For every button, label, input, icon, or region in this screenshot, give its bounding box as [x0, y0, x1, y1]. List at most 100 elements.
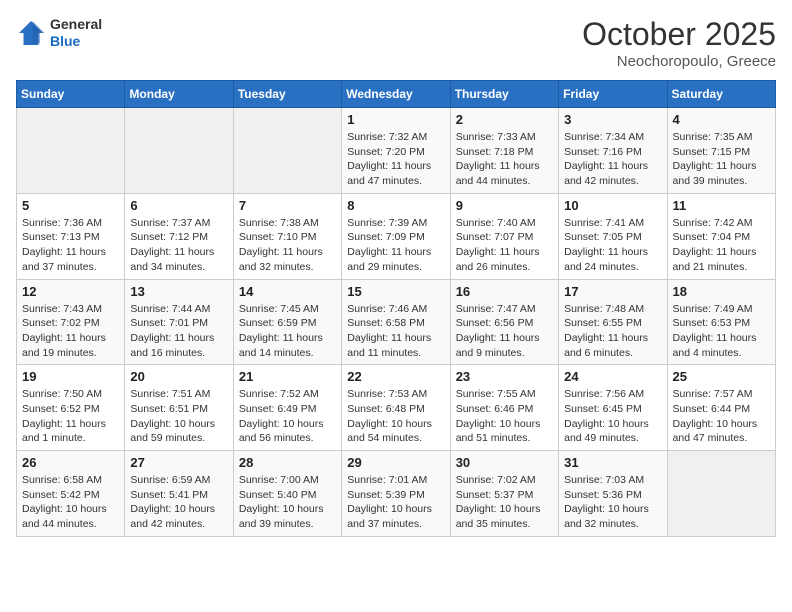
day-number: 25	[673, 369, 770, 384]
day-info: Sunrise: 7:45 AM Sunset: 6:59 PM Dayligh…	[239, 302, 336, 361]
day-info: Sunrise: 7:35 AM Sunset: 7:15 PM Dayligh…	[673, 130, 770, 189]
day-info: Sunrise: 7:41 AM Sunset: 7:05 PM Dayligh…	[564, 216, 661, 275]
calendar-cell: 2Sunrise: 7:33 AM Sunset: 7:18 PM Daylig…	[450, 108, 558, 194]
calendar-table: SundayMondayTuesdayWednesdayThursdayFrid…	[16, 80, 776, 537]
calendar-week-4: 19 Sunrise: 7:50 AM Sunset: 6:52 PM Dayli…	[17, 365, 776, 451]
calendar-cell: 14 Sunrise: 7:45 AM Sunset: 6:59 PM Dayli…	[233, 279, 341, 365]
day-info: Sunrise: 7:53 AM Sunset: 6:48 PM Dayligh…	[347, 387, 444, 446]
calendar-cell: 20 Sunrise: 7:51 AM Sunset: 6:51 PM Dayli…	[125, 365, 233, 451]
calendar-cell: 5Sunrise: 7:36 AM Sunset: 7:13 PM Daylig…	[17, 193, 125, 279]
calendar-cell: 28 Sunrise: 7:00 AM Sunset: 5:40 PM Dayli…	[233, 451, 341, 537]
logo-text: General Blue	[50, 16, 102, 50]
day-info: Sunrise: 7:51 AM Sunset: 6:51 PM Dayligh…	[130, 387, 227, 446]
day-number: 6	[130, 198, 227, 213]
day-info: Sunrise: 7:52 AM Sunset: 6:49 PM Dayligh…	[239, 387, 336, 446]
day-number: 28	[239, 455, 336, 470]
calendar-cell: 11 Sunrise: 7:42 AM Sunset: 7:04 PM Dayli…	[667, 193, 775, 279]
day-info: Sunrise: 7:46 AM Sunset: 6:58 PM Dayligh…	[347, 302, 444, 361]
day-number: 24	[564, 369, 661, 384]
calendar-week-5: 26 Sunrise: 6:58 AM Sunset: 5:42 PM Dayli…	[17, 451, 776, 537]
calendar-cell: 17 Sunrise: 7:48 AM Sunset: 6:55 PM Dayli…	[559, 279, 667, 365]
day-info: Sunrise: 7:42 AM Sunset: 7:04 PM Dayligh…	[673, 216, 770, 275]
day-info: Sunrise: 7:48 AM Sunset: 6:55 PM Dayligh…	[564, 302, 661, 361]
day-info: Sunrise: 7:39 AM Sunset: 7:09 PM Dayligh…	[347, 216, 444, 275]
day-number: 20	[130, 369, 227, 384]
calendar-cell: 27 Sunrise: 6:59 AM Sunset: 5:41 PM Dayli…	[125, 451, 233, 537]
calendar-cell: 26 Sunrise: 6:58 AM Sunset: 5:42 PM Dayli…	[17, 451, 125, 537]
calendar-cell: 29Sunrise: 7:01 AM Sunset: 5:39 PM Dayli…	[342, 451, 450, 537]
day-number: 8	[347, 198, 444, 213]
calendar-week-1: 1Sunrise: 7:32 AM Sunset: 7:20 PM Daylig…	[17, 108, 776, 194]
calendar-cell: 23 Sunrise: 7:55 AM Sunset: 6:46 PM Dayli…	[450, 365, 558, 451]
calendar-cell: 7 Sunrise: 7:38 AM Sunset: 7:10 PM Daylig…	[233, 193, 341, 279]
day-number: 7	[239, 198, 336, 213]
day-info: Sunrise: 6:58 AM Sunset: 5:42 PM Dayligh…	[22, 473, 119, 532]
day-info: Sunrise: 7:43 AM Sunset: 7:02 PM Dayligh…	[22, 302, 119, 361]
day-number: 14	[239, 284, 336, 299]
weekday-header-thursday: Thursday	[450, 81, 558, 108]
calendar-cell: 18Sunrise: 7:49 AM Sunset: 6:53 PM Dayli…	[667, 279, 775, 365]
calendar-cell: 9 Sunrise: 7:40 AM Sunset: 7:07 PM Daylig…	[450, 193, 558, 279]
day-number: 23	[456, 369, 553, 384]
calendar-cell: 4 Sunrise: 7:35 AM Sunset: 7:15 PM Daylig…	[667, 108, 775, 194]
day-number: 9	[456, 198, 553, 213]
calendar-cell: 30Sunrise: 7:02 AM Sunset: 5:37 PM Dayli…	[450, 451, 558, 537]
day-info: Sunrise: 7:47 AM Sunset: 6:56 PM Dayligh…	[456, 302, 553, 361]
calendar-week-2: 5Sunrise: 7:36 AM Sunset: 7:13 PM Daylig…	[17, 193, 776, 279]
title-block: October 2025 Neochoropoulo, Greece	[582, 16, 776, 70]
day-number: 29	[347, 455, 444, 470]
day-number: 22	[347, 369, 444, 384]
day-info: Sunrise: 7:03 AM Sunset: 5:36 PM Dayligh…	[564, 473, 661, 532]
calendar-cell: 22 Sunrise: 7:53 AM Sunset: 6:48 PM Dayli…	[342, 365, 450, 451]
day-info: Sunrise: 7:56 AM Sunset: 6:45 PM Dayligh…	[564, 387, 661, 446]
day-number: 26	[22, 455, 119, 470]
day-number: 18	[673, 284, 770, 299]
day-number: 4	[673, 112, 770, 127]
day-info: Sunrise: 7:40 AM Sunset: 7:07 PM Dayligh…	[456, 216, 553, 275]
day-number: 21	[239, 369, 336, 384]
day-number: 12	[22, 284, 119, 299]
calendar-week-3: 12 Sunrise: 7:43 AM Sunset: 7:02 PM Dayli…	[17, 279, 776, 365]
day-number: 16	[456, 284, 553, 299]
calendar-cell: 3 Sunrise: 7:34 AM Sunset: 7:16 PM Daylig…	[559, 108, 667, 194]
calendar-cell: 25 Sunrise: 7:57 AM Sunset: 6:44 PM Dayli…	[667, 365, 775, 451]
weekday-header-saturday: Saturday	[667, 81, 775, 108]
location: Neochoropoulo, Greece	[582, 53, 776, 70]
day-info: Sunrise: 7:44 AM Sunset: 7:01 PM Dayligh…	[130, 302, 227, 361]
page-header: General Blue October 2025 Neochoropoulo,…	[16, 16, 776, 70]
calendar-cell: 19 Sunrise: 7:50 AM Sunset: 6:52 PM Dayli…	[17, 365, 125, 451]
day-info: Sunrise: 7:34 AM Sunset: 7:16 PM Dayligh…	[564, 130, 661, 189]
calendar-cell	[233, 108, 341, 194]
day-info: Sunrise: 7:55 AM Sunset: 6:46 PM Dayligh…	[456, 387, 553, 446]
day-number: 31	[564, 455, 661, 470]
calendar-cell: 24 Sunrise: 7:56 AM Sunset: 6:45 PM Dayli…	[559, 365, 667, 451]
day-number: 11	[673, 198, 770, 213]
day-number: 27	[130, 455, 227, 470]
calendar-cell: 13Sunrise: 7:44 AM Sunset: 7:01 PM Dayli…	[125, 279, 233, 365]
day-number: 15	[347, 284, 444, 299]
weekday-header-row: SundayMondayTuesdayWednesdayThursdayFrid…	[17, 81, 776, 108]
calendar-cell: 12 Sunrise: 7:43 AM Sunset: 7:02 PM Dayli…	[17, 279, 125, 365]
day-info: Sunrise: 7:57 AM Sunset: 6:44 PM Dayligh…	[673, 387, 770, 446]
day-number: 3	[564, 112, 661, 127]
day-info: Sunrise: 7:50 AM Sunset: 6:52 PM Dayligh…	[22, 387, 119, 446]
day-info: Sunrise: 7:00 AM Sunset: 5:40 PM Dayligh…	[239, 473, 336, 532]
logo: General Blue	[16, 16, 102, 50]
day-info: Sunrise: 7:38 AM Sunset: 7:10 PM Dayligh…	[239, 216, 336, 275]
logo-icon	[16, 18, 46, 48]
calendar-cell	[667, 451, 775, 537]
day-info: Sunrise: 6:59 AM Sunset: 5:41 PM Dayligh…	[130, 473, 227, 532]
day-number: 10	[564, 198, 661, 213]
calendar-cell	[17, 108, 125, 194]
day-number: 17	[564, 284, 661, 299]
day-number: 5	[22, 198, 119, 213]
day-number: 2	[456, 112, 553, 127]
day-number: 30	[456, 455, 553, 470]
day-number: 19	[22, 369, 119, 384]
weekday-header-wednesday: Wednesday	[342, 81, 450, 108]
calendar-cell: 1Sunrise: 7:32 AM Sunset: 7:20 PM Daylig…	[342, 108, 450, 194]
calendar-cell: 6Sunrise: 7:37 AM Sunset: 7:12 PM Daylig…	[125, 193, 233, 279]
calendar-cell: 31 Sunrise: 7:03 AM Sunset: 5:36 PM Dayli…	[559, 451, 667, 537]
calendar-cell: 16 Sunrise: 7:47 AM Sunset: 6:56 PM Dayli…	[450, 279, 558, 365]
weekday-header-monday: Monday	[125, 81, 233, 108]
